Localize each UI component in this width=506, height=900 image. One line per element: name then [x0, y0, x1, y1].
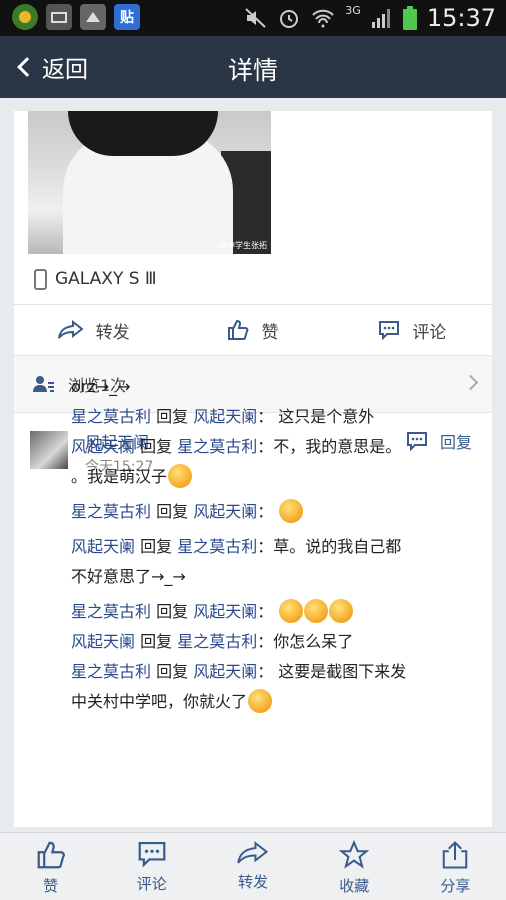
emoji-icon: [329, 599, 354, 623]
username-link[interactable]: 星之莫古利: [71, 602, 151, 621]
line-text: ：不，我的意思是。: [257, 437, 402, 456]
comment-button[interactable]: 评论: [333, 305, 492, 355]
reply-verb: 回复: [135, 437, 178, 456]
reply-verb: 回复: [135, 537, 178, 556]
line-text: 不好意思了→_→: [71, 567, 186, 586]
alarm-icon: [280, 10, 299, 28]
tieba-icon: 贴: [114, 4, 140, 30]
repost-label: 转发: [95, 322, 130, 343]
bottom-comment-button[interactable]: 评论: [101, 833, 202, 900]
username-link[interactable]: 风起天阑: [71, 632, 135, 651]
thread-line: 。我是萌汉子: [71, 462, 466, 492]
username-link[interactable]: 风起天阑: [71, 537, 135, 556]
thread-line: 星之莫古利 回复 风起天阑： 这只是个意外: [71, 402, 466, 432]
thread-line: 风起天阑 回复 星之莫古利：草。说的我自己都: [71, 532, 466, 562]
line-text: ：: [257, 602, 279, 621]
thread-line: 星之莫古利 回复 风起天阑：: [71, 597, 466, 627]
line-text: 。我是萌汉子: [71, 467, 168, 486]
photo-hair: [68, 111, 218, 156]
bottom-share-button[interactable]: 分享: [405, 833, 506, 900]
like-label: 赞: [261, 322, 279, 343]
reply-verb: 回复: [135, 632, 178, 651]
line-text: ：: [257, 502, 279, 521]
phone-icon: [34, 268, 47, 290]
device-info: GALAXY S Ⅲ: [14, 254, 492, 304]
line-text: 中关村中学吧，你就火了: [71, 692, 248, 711]
bottom-like-label: 赞: [43, 877, 59, 895]
bottom-like-button[interactable]: 赞: [0, 833, 101, 900]
clock: 15:37: [426, 4, 496, 32]
share-icon: [443, 841, 468, 869]
title-bar: 返回 详情: [0, 36, 506, 98]
username-link[interactable]: 星之莫古利: [177, 537, 257, 556]
picture-icon: [46, 4, 72, 30]
repost-icon: [237, 841, 269, 864]
page-title: 详情: [227, 56, 278, 85]
app-icon-a: [12, 4, 38, 30]
wifi-icon: [312, 9, 335, 28]
username-link[interactable]: 星之莫古利: [71, 407, 151, 426]
username-link[interactable]: 风起天阑: [71, 437, 135, 456]
bottom-favorite-label: 收藏: [339, 877, 370, 895]
username-link[interactable]: 风起天阑: [193, 407, 257, 426]
comment-label: 评论: [412, 322, 447, 343]
bottom-repost-button[interactable]: 转发: [202, 833, 303, 900]
thread-line: orz→_→: [71, 372, 466, 402]
line-text: ： 这要是截图下来发: [257, 662, 407, 681]
device-name: GALAXY S Ⅲ: [55, 269, 157, 289]
username-link[interactable]: 风起天阑: [193, 502, 257, 521]
username-link[interactable]: 风起天阑: [193, 602, 257, 621]
star-icon: [339, 840, 370, 869]
post-actions: 转发 赞 评论: [14, 305, 492, 355]
line-text: ：你怎么呆了: [257, 632, 354, 651]
reply-verb: 回复: [151, 662, 194, 681]
mute-icon: [245, 8, 266, 28]
username-link[interactable]: 星之莫古利: [177, 437, 257, 456]
status-bar: 贴 3G 15:37: [0, 0, 506, 36]
emoji-icon: [304, 599, 329, 623]
comment-icon: [138, 842, 166, 868]
bottom-repost-label: 转发: [238, 873, 269, 891]
post-photo[interactable]: @中学生张拓: [28, 111, 271, 254]
network-type: 3G: [345, 3, 361, 17]
emoji-icon: [248, 689, 273, 713]
thumbs-up-icon: [228, 319, 249, 340]
emoji-icon: [168, 464, 193, 488]
like-button[interactable]: 赞: [173, 305, 332, 355]
repost-button[interactable]: 转发: [14, 305, 173, 355]
bottom-favorite-button[interactable]: 收藏: [304, 833, 405, 900]
bottom-comment-label: 评论: [136, 875, 167, 893]
thread-line: 风起天阑 回复 星之莫古利：不，我的意思是。: [71, 432, 466, 462]
reply-verb: 回复: [151, 502, 194, 521]
comment-thread: orz→_→ 星之莫古利 回复 风起天阑： 这只是个意外 风起天阑 回复 星之莫…: [71, 372, 466, 717]
thread-line: 风起天阑 回复 星之莫古利：你怎么呆了: [71, 627, 466, 657]
username-link[interactable]: 风起天阑: [193, 662, 257, 681]
thread-line: 星之莫古利 回复 风起天阑： 这要是截图下来发: [71, 657, 466, 687]
emoji-icon: [279, 599, 304, 623]
thread-line: 星之莫古利 回复 风起天阑：: [71, 497, 466, 527]
comment-icon: [379, 321, 400, 340]
username-link[interactable]: 星之莫古利: [177, 632, 257, 651]
thumbs-up-icon: [37, 841, 65, 869]
emoji-icon: [279, 499, 304, 523]
username-link[interactable]: 星之莫古利: [71, 502, 151, 521]
line-text: ： 这只是个意外: [257, 407, 375, 426]
repost-icon: [57, 320, 84, 339]
battery-icon: [402, 6, 417, 30]
bottom-share-label: 分享: [440, 877, 471, 895]
bottom-toolbar: 赞 评论 转发 收藏 分享: [0, 832, 506, 900]
photo-watermark: @中学生张拓: [219, 241, 267, 250]
thread-line: 中关村中学吧，你就火了: [71, 687, 466, 717]
signal-icon: [371, 9, 390, 28]
line-text: orz→_→: [71, 377, 131, 396]
thread-line: 不好意思了→_→: [71, 562, 466, 592]
line-text: ：草。说的我自己都: [257, 537, 402, 556]
avatar[interactable]: [30, 431, 68, 469]
reply-verb: 回复: [151, 407, 194, 426]
username-link[interactable]: 星之莫古利: [71, 662, 151, 681]
gallery-icon: [80, 4, 106, 30]
user-view-icon: [33, 376, 54, 392]
reply-verb: 回复: [151, 602, 194, 621]
